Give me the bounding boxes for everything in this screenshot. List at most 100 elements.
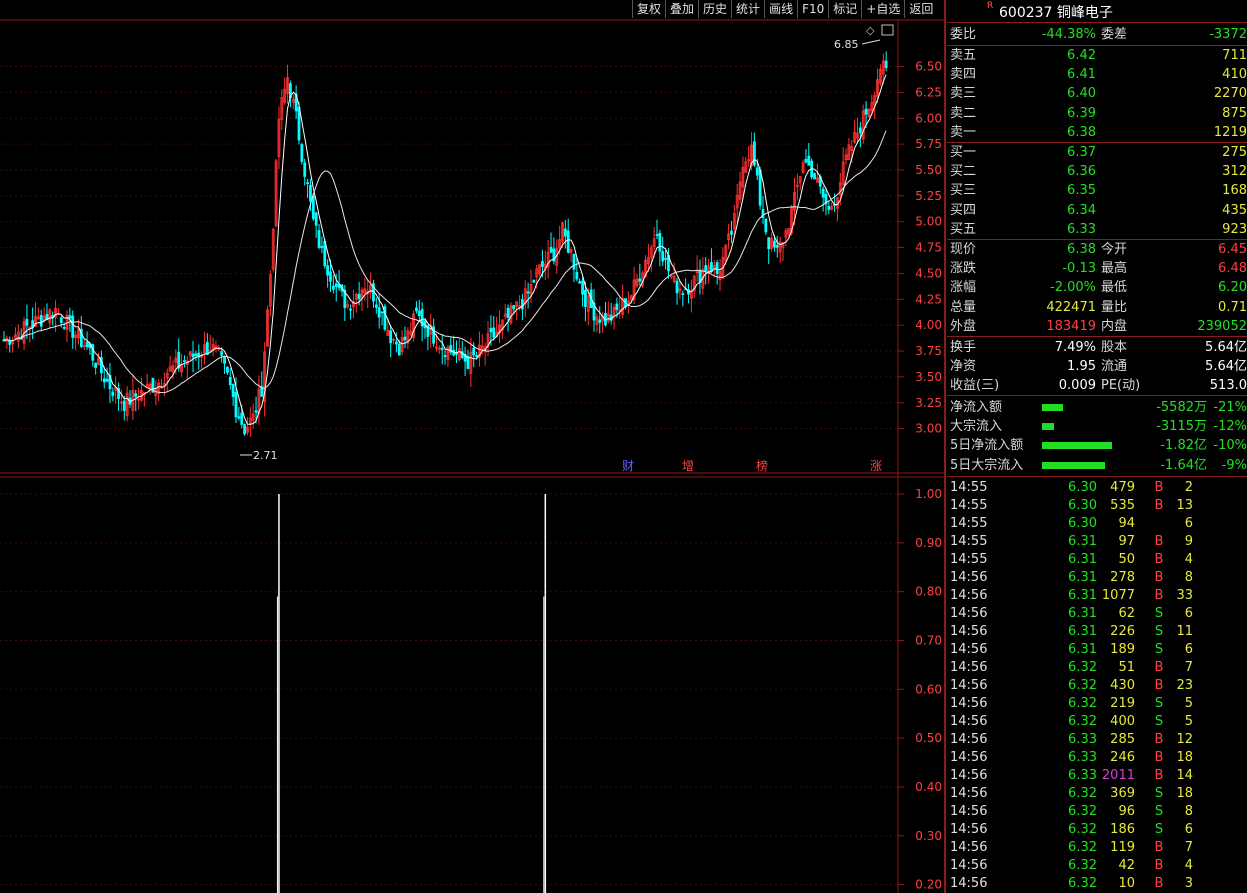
candle-body	[357, 293, 361, 300]
kline-chart[interactable]: 6.50 6.25 6.00 5.75 5.50 5.25 5.00 4.75 4.50 4.25…	[0, 0, 946, 893]
tick-price: 6.31	[1068, 624, 1097, 639]
candle-body	[715, 262, 719, 274]
tick-price: 6.32	[1068, 858, 1097, 873]
stock-code: 600237	[999, 5, 1053, 21]
fundamental-row: 换手 7.49% 股本 5.64亿	[947, 338, 1247, 357]
tick-side: B	[1154, 498, 1164, 513]
tick-volume: 2011	[1101, 768, 1135, 783]
candle-body	[864, 108, 868, 115]
tick-row: 14:55 6.30 479 B 2	[947, 479, 1247, 497]
tick-count: 6	[1184, 822, 1193, 837]
flow-value: -3115万	[1156, 419, 1207, 435]
tick-volume: 186	[1110, 822, 1135, 837]
candle-body	[403, 336, 407, 341]
candle-body	[581, 280, 584, 295]
candle-body	[331, 285, 335, 290]
candle-body	[300, 144, 304, 163]
ask-price: 6.39	[1067, 105, 1096, 121]
tick-row: 14:56 6.32 430 B 23	[947, 677, 1247, 695]
candle-body	[234, 391, 238, 418]
price-axis-label: 5.00	[915, 215, 942, 229]
tick-side: B	[1154, 660, 1164, 675]
tick-price: 6.31	[1068, 642, 1097, 657]
tick-row: 14:56 6.32 219 S 5	[947, 695, 1247, 713]
tick-count: 4	[1184, 858, 1193, 873]
bid-label: 买一	[950, 145, 977, 160]
candle-body	[584, 289, 587, 307]
tick-row: 14:56 6.33 285 B 12	[947, 731, 1247, 749]
candle-body	[68, 315, 72, 319]
panel-divider	[947, 336, 1247, 337]
candle-body	[240, 412, 244, 425]
tick-time: 14:55	[950, 480, 988, 495]
flow-row: 5日大宗流入 -1.64亿 -9%	[947, 456, 1247, 475]
tick-side: B	[1154, 552, 1164, 567]
candle-body	[752, 141, 756, 166]
candle-body	[572, 253, 576, 270]
tick-price: 6.33	[1068, 750, 1097, 765]
candle-body	[506, 307, 510, 318]
candle-body	[317, 230, 321, 248]
tick-count: 18	[1176, 786, 1193, 801]
tick-time: 14:56	[950, 768, 988, 783]
tick-count: 5	[1184, 696, 1193, 711]
price-axis-label: 5.75	[915, 137, 942, 151]
tick-row: 14:55 6.31 97 B 9	[947, 533, 1247, 551]
tick-time: 14:56	[950, 642, 988, 657]
bid-row: 买一 6.37 275	[947, 143, 1247, 162]
tick-count: 13	[1176, 498, 1193, 513]
candle-body	[220, 351, 224, 356]
bid-label: 买二	[950, 164, 977, 180]
tick-time: 14:56	[950, 732, 988, 747]
candle-body	[243, 424, 246, 435]
tick-time: 14:56	[950, 786, 988, 801]
order-ratio-value: -44.38%	[1041, 27, 1096, 42]
tick-side: S	[1154, 624, 1164, 639]
tick-row: 14:56 6.32 369 S 18	[947, 785, 1247, 803]
ask-label: 卖二	[950, 105, 977, 121]
price-axis-label: 6.25	[915, 85, 942, 99]
order-ratio-label: 委比	[950, 27, 977, 42]
flow-label: 大宗流入	[950, 419, 1003, 435]
bid-label: 买三	[950, 183, 977, 199]
tick-price: 6.30	[1068, 480, 1097, 495]
indicator-axis-label: 0.20	[915, 878, 942, 892]
event-marker-0: 财	[622, 459, 634, 473]
tick-volume: 97	[1118, 534, 1135, 549]
ask-volume: 711	[1222, 48, 1247, 63]
tick-side: S	[1154, 642, 1164, 657]
candle-body	[492, 327, 496, 338]
tick-time: 14:55	[950, 534, 988, 549]
price-axis-label: 3.75	[915, 344, 942, 358]
bid-price: 6.37	[1067, 145, 1096, 160]
tick-time: 14:56	[950, 606, 988, 621]
candle-body	[297, 107, 301, 141]
bid-row: 买四 6.34 435	[947, 201, 1247, 220]
candle-body	[675, 280, 679, 294]
price-axis-label: 5.25	[915, 189, 942, 203]
high-price-label: 6.85	[834, 38, 859, 51]
tick-row: 14:56 6.31 226 S 11	[947, 623, 1247, 641]
tick-row: 14:56 6.33 2011 B 14	[947, 767, 1247, 785]
ask-label: 卖五	[950, 48, 977, 63]
candle-body	[194, 353, 198, 357]
candle-body	[575, 272, 579, 280]
tick-count: 33	[1176, 588, 1193, 603]
candle-body	[443, 355, 447, 358]
indicator-axis-label: 0.80	[915, 585, 942, 599]
ma-short-line	[3, 74, 887, 425]
quote-value: 6.38	[1067, 242, 1096, 257]
quote-label-2: 内盘	[1101, 318, 1128, 334]
quote-label-2: 今开	[1101, 242, 1128, 257]
fundamental-row: 收益(三) 0.009 PE(动) 513.0	[947, 376, 1247, 395]
candle-body	[228, 376, 232, 386]
panel-divider	[947, 395, 1247, 396]
event-marker-1: 增	[682, 459, 694, 473]
candle-body	[326, 265, 330, 276]
tick-count: 6	[1184, 516, 1193, 531]
candle-body	[773, 240, 776, 248]
tick-volume: 96	[1118, 804, 1135, 819]
candle-body	[615, 303, 619, 310]
candle-body	[85, 341, 89, 348]
tick-row: 14:56 6.32 10 B 3	[947, 875, 1247, 893]
